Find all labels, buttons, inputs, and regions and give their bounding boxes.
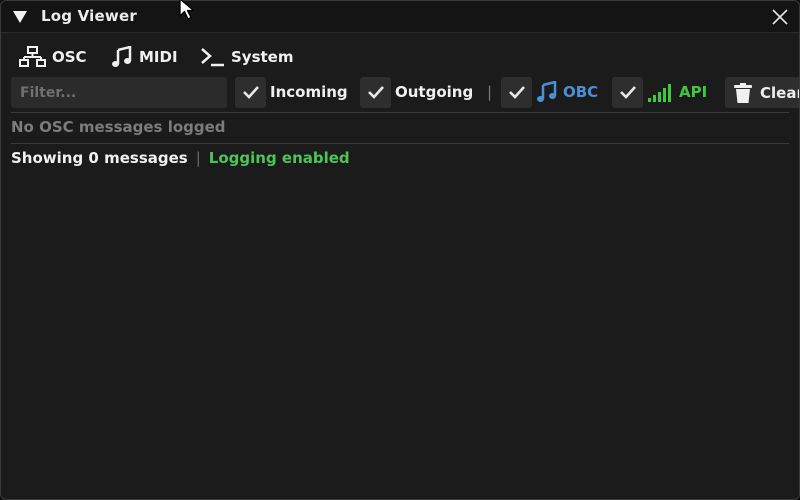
- checkmark-icon: [619, 86, 636, 99]
- api-checkbox[interactable]: [612, 77, 643, 108]
- signal-bars-icon: [648, 84, 671, 102]
- divider: [11, 143, 789, 144]
- terminal-icon: [201, 48, 224, 67]
- clear-button[interactable]: Clear: [725, 77, 800, 108]
- message-count: Showing 0 messages: [11, 149, 188, 167]
- outgoing-checkbox[interactable]: [360, 77, 391, 108]
- network-icon: [19, 46, 46, 67]
- log-viewer-window: Log Viewer OSC MIDI System Filter... Inc…: [0, 0, 800, 500]
- music-note-icon: [537, 81, 557, 102]
- api-label: API: [679, 83, 708, 101]
- filter-separator: |: [487, 83, 493, 101]
- tab-system[interactable]: System: [199, 41, 293, 73]
- tab-system-label: System: [231, 48, 294, 66]
- status-separator: |: [195, 149, 201, 167]
- title-bar[interactable]: Log Viewer: [1, 1, 799, 33]
- filter-bar: Incoming Outgoing | OBC: [11, 77, 799, 108]
- mouse-cursor-icon: [179, 0, 195, 20]
- empty-message: No OSC messages logged: [11, 118, 226, 136]
- music-note-icon: [112, 46, 132, 67]
- tab-osc-label: OSC: [52, 48, 87, 66]
- incoming-label: Incoming: [270, 83, 348, 101]
- checkmark-icon: [508, 86, 525, 99]
- logging-status: Logging enabled: [208, 149, 350, 167]
- status-line: Showing 0 messages | Logging enabled: [11, 149, 350, 167]
- incoming-checkbox[interactable]: [235, 77, 266, 108]
- tab-osc[interactable]: OSC: [19, 41, 87, 73]
- close-button[interactable]: [769, 6, 791, 28]
- checkmark-icon: [242, 86, 259, 99]
- close-icon: [772, 9, 788, 25]
- obc-label: OBC: [563, 83, 599, 101]
- window-title: Log Viewer: [41, 7, 137, 25]
- obc-checkbox[interactable]: [501, 77, 532, 108]
- clear-button-label: Clear: [760, 83, 800, 102]
- trash-icon: [734, 82, 752, 103]
- filter-input[interactable]: [11, 77, 227, 108]
- tab-midi[interactable]: MIDI: [111, 41, 178, 73]
- collapse-arrow-icon[interactable]: [13, 11, 27, 23]
- outgoing-label: Outgoing: [395, 83, 474, 101]
- divider: [11, 112, 789, 113]
- tab-midi-label: MIDI: [139, 48, 178, 66]
- checkmark-icon: [367, 86, 384, 99]
